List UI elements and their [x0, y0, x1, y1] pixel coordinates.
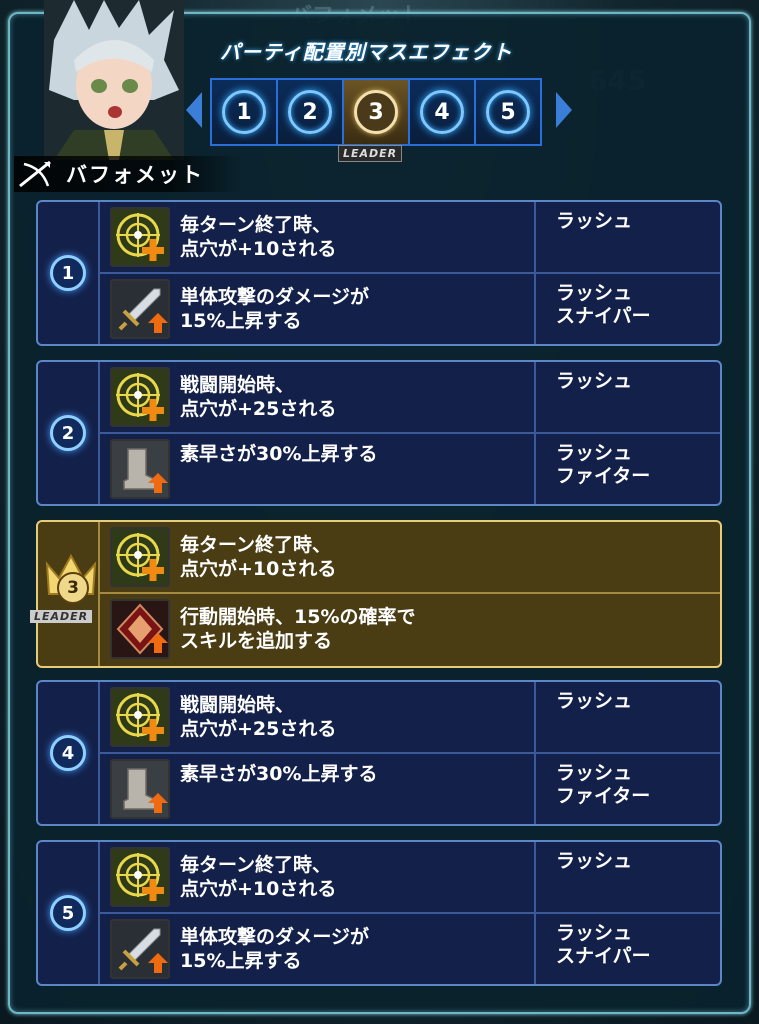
position-group-5: 5 毎ターン終了時、 点穴が+10される ラッシュ 単体攻撃のダメージが 15%… — [36, 840, 722, 986]
effect-row: 戦闘開始時、 点穴が+25される ラッシュ — [98, 362, 720, 432]
position-badge-column: 3 LEADER — [30, 522, 100, 666]
position-group-1: 1 毎ターン終了時、 点穴が+10される ラッシュ 単体攻撃のダメージが 15%… — [36, 200, 722, 346]
boot-up-icon — [110, 759, 170, 819]
effect-row: 単体攻撃のダメージが 15%上昇する ラッシュ スナイパー — [98, 912, 720, 984]
position-tabs: 1 2 3 4 5 — [210, 78, 542, 146]
effect-row: 素早さが30%上昇する ラッシュ ファイター — [98, 432, 720, 504]
position-badge: 3 — [57, 572, 89, 604]
tab-label: 2 — [288, 90, 332, 134]
next-arrow-icon[interactable] — [556, 92, 572, 128]
position-badge: 1 — [50, 255, 86, 291]
effect-condition: ラッシュ スナイパー — [534, 914, 720, 984]
position-badge-column: 5 — [38, 842, 100, 984]
effect-row: 毎ターン終了時、 点穴が+10される ラッシュ — [98, 842, 720, 912]
effect-condition: ラッシュ — [534, 682, 720, 752]
target-plus-icon — [110, 527, 170, 587]
effect-condition: ラッシュ — [534, 362, 720, 432]
leader-tag: LEADER — [338, 145, 403, 162]
tab-position-2[interactable]: 2 — [278, 80, 344, 144]
target-plus-icon — [110, 367, 170, 427]
effect-row: 毎ターン終了時、 点穴が+10される — [98, 522, 720, 592]
effect-description: 単体攻撃のダメージが 15%上昇する — [180, 286, 370, 332]
effect-description: 毎ターン終了時、 点穴が+10される — [180, 534, 337, 580]
effect-condition: ラッシュ スナイパー — [534, 274, 720, 344]
tab-position-1[interactable]: 1 — [212, 80, 278, 144]
character-name-bar: バフォメット — [14, 156, 242, 192]
tabs-title: パーティ配置別マスエフェクト — [220, 40, 513, 64]
tab-position-5[interactable]: 5 — [476, 80, 540, 144]
effect-row: 行動開始時、15%の確率で スキルを追加する — [98, 592, 720, 664]
effect-description: 戦闘開始時、 点穴が+25される — [180, 374, 337, 420]
position-badge: 5 — [50, 895, 86, 931]
effect-condition: ラッシュ ファイター — [534, 754, 720, 824]
position-badge-column: 4 — [38, 682, 100, 824]
tab-label: 1 — [222, 90, 266, 134]
sword-up-icon — [110, 919, 170, 979]
effect-description: 素早さが30%上昇する — [180, 443, 378, 465]
effect-condition: ラッシュ — [534, 202, 720, 272]
effect-row: 素早さが30%上昇する ラッシュ ファイター — [98, 752, 720, 824]
position-badge: 2 — [50, 415, 86, 451]
effect-description: 毎ターン終了時、 点穴が+10される — [180, 214, 337, 260]
effect-description: 単体攻撃のダメージが 15%上昇する — [180, 926, 370, 972]
target-plus-icon — [110, 847, 170, 907]
tab-position-3[interactable]: 3 — [344, 80, 410, 144]
tab-position-4[interactable]: 4 — [410, 80, 476, 144]
target-plus-icon — [110, 687, 170, 747]
character-name: バフォメット — [66, 163, 204, 187]
position-group-2: 2 戦闘開始時、 点穴が+25される ラッシュ 素早さが30%上昇する ラッシュ… — [36, 360, 722, 506]
position-badge: 4 — [50, 735, 86, 771]
sword-up-icon — [110, 279, 170, 339]
tab-label: 5 — [486, 90, 530, 134]
effect-description: 戦闘開始時、 点穴が+25される — [180, 694, 337, 740]
skill-up-icon — [110, 599, 170, 659]
position-group-4: 4 戦闘開始時、 点穴が+25される ラッシュ 素早さが30%上昇する ラッシュ… — [36, 680, 722, 826]
position-badge-column: 2 — [38, 362, 100, 504]
tab-label: 4 — [420, 90, 464, 134]
target-plus-icon — [110, 207, 170, 267]
effect-description: 行動開始時、15%の確率で スキルを追加する — [180, 606, 416, 652]
effect-condition: ラッシュ ファイター — [534, 434, 720, 504]
effect-description: 素早さが30%上昇する — [180, 763, 378, 785]
boot-up-icon — [110, 439, 170, 499]
leader-badge: 3 LEADER — [30, 554, 98, 634]
character-portrait — [44, 0, 184, 160]
effect-row: 毎ターン終了時、 点穴が+10される ラッシュ — [98, 202, 720, 272]
effect-row: 戦闘開始時、 点穴が+25される ラッシュ — [98, 682, 720, 752]
leader-label: LEADER — [30, 610, 93, 623]
position-group-3: 3 LEADER 毎ターン終了時、 点穴が+10される 行動開始時、15%の確率… — [30, 520, 722, 668]
prev-arrow-icon[interactable] — [186, 92, 202, 128]
tab-label: 3 — [354, 90, 398, 134]
effect-description: 毎ターン終了時、 点穴が+10される — [180, 854, 337, 900]
bow-icon — [19, 160, 51, 188]
effect-condition: ラッシュ — [534, 842, 720, 912]
effect-row: 単体攻撃のダメージが 15%上昇する ラッシュ スナイパー — [98, 272, 720, 344]
position-badge-column: 1 — [38, 202, 100, 344]
